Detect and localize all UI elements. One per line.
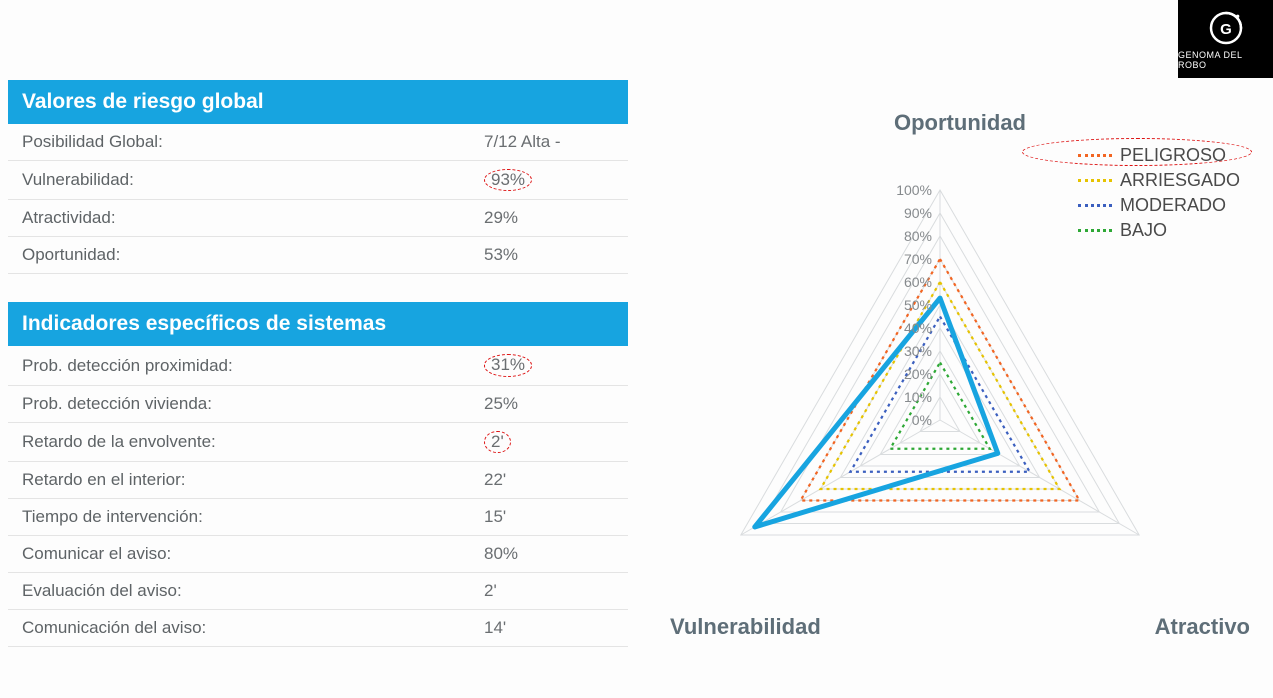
axis-tick: 90% — [886, 205, 932, 221]
axis-tick: 50% — [886, 297, 932, 313]
axis-tick: 20% — [886, 366, 932, 382]
axis-tick: 40% — [886, 320, 932, 336]
section-header-global: Valores de riesgo global — [8, 80, 628, 124]
brand-name: GENOMA DEL ROBO — [1178, 50, 1273, 70]
highlight-circle: 93% — [484, 169, 532, 191]
table-row: Retardo en el interior:22' — [8, 462, 628, 499]
table-row: Comunicación del aviso:14' — [8, 610, 628, 647]
sistemas-value: 15' — [484, 507, 614, 527]
table-row: Vulnerabilidad:93% — [8, 161, 628, 200]
global-label: Oportunidad: — [22, 245, 484, 265]
legend-item-bajo: BAJO — [1078, 220, 1240, 241]
sistemas-value: 14' — [484, 618, 614, 638]
sistemas-value: 80% — [484, 544, 614, 564]
tables-column: Valores de riesgo global Posibilidad Glo… — [8, 80, 628, 647]
axis-tick: 30% — [886, 343, 932, 359]
table-row: Oportunidad:53% — [8, 237, 628, 274]
legend: PELIGROSO ARRIESGADO MODERADO BAJO — [1078, 145, 1240, 245]
axis-tick: 0% — [886, 412, 932, 428]
axis-tick: 100% — [886, 182, 932, 198]
axis-tick: 10% — [886, 389, 932, 405]
legend-item-peligroso: PELIGROSO — [1078, 145, 1240, 166]
axis-label-top: Oportunidad — [894, 110, 1026, 136]
highlight-circle: 31% — [484, 354, 532, 376]
table-row: Tiempo de intervención:15' — [8, 499, 628, 536]
sistemas-value: 25% — [484, 394, 614, 414]
axis-tick: 80% — [886, 228, 932, 244]
section-header-sistemas: Indicadores específicos de sistemas — [8, 302, 628, 346]
axis-tick: 60% — [886, 274, 932, 290]
sistemas-label: Comunicación del aviso: — [22, 618, 484, 638]
global-label: Posibilidad Global: — [22, 132, 484, 152]
brand-badge: G GENOMA DEL ROBO — [1178, 0, 1273, 78]
sistemas-label: Comunicar el aviso: — [22, 544, 484, 564]
brand-logo-icon: G — [1206, 8, 1246, 48]
radar-chart: Oportunidad Vulnerabilidad Atractivo PEL… — [660, 110, 1260, 670]
svg-text:G: G — [1220, 21, 1232, 38]
table-row: Atractividad:29% — [8, 200, 628, 237]
global-value: 53% — [484, 245, 614, 265]
axis-label-bottom-left: Vulnerabilidad — [670, 614, 821, 640]
sistemas-label: Evaluación del aviso: — [22, 581, 484, 601]
table-row: Comunicar el aviso:80% — [8, 536, 628, 573]
sistemas-label: Prob. detección vivienda: — [22, 394, 484, 414]
sistemas-label: Prob. detección proximidad: — [22, 356, 484, 376]
table-row: Prob. detección proximidad:31% — [8, 346, 628, 385]
sistemas-label: Retardo en el interior: — [22, 470, 484, 490]
global-label: Atractividad: — [22, 208, 484, 228]
global-value: 7/12 Alta - — [484, 132, 614, 152]
sistemas-label: Tiempo de intervención: — [22, 507, 484, 527]
highlight-circle: 2' — [484, 431, 511, 453]
table-row: Prob. detección vivienda:25% — [8, 386, 628, 423]
table-row: Evaluación del aviso:2' — [8, 573, 628, 610]
legend-item-arriesgado: ARRIESGADO — [1078, 170, 1240, 191]
legend-item-moderado: MODERADO — [1078, 195, 1240, 216]
sistemas-value: 22' — [484, 470, 614, 490]
global-value: 29% — [484, 208, 614, 228]
sistemas-value: 2' — [484, 581, 614, 601]
axis-tick: 70% — [886, 251, 932, 267]
axis-label-bottom-right: Atractivo — [1155, 614, 1250, 640]
global-value: 93% — [484, 169, 614, 191]
table-row: Retardo de la envolvente:2' — [8, 423, 628, 462]
sistemas-value: 2' — [484, 431, 614, 453]
global-label: Vulnerabilidad: — [22, 170, 484, 190]
table-row: Posibilidad Global:7/12 Alta - — [8, 124, 628, 161]
sistemas-label: Retardo de la envolvente: — [22, 432, 484, 452]
sistemas-value: 31% — [484, 354, 614, 376]
